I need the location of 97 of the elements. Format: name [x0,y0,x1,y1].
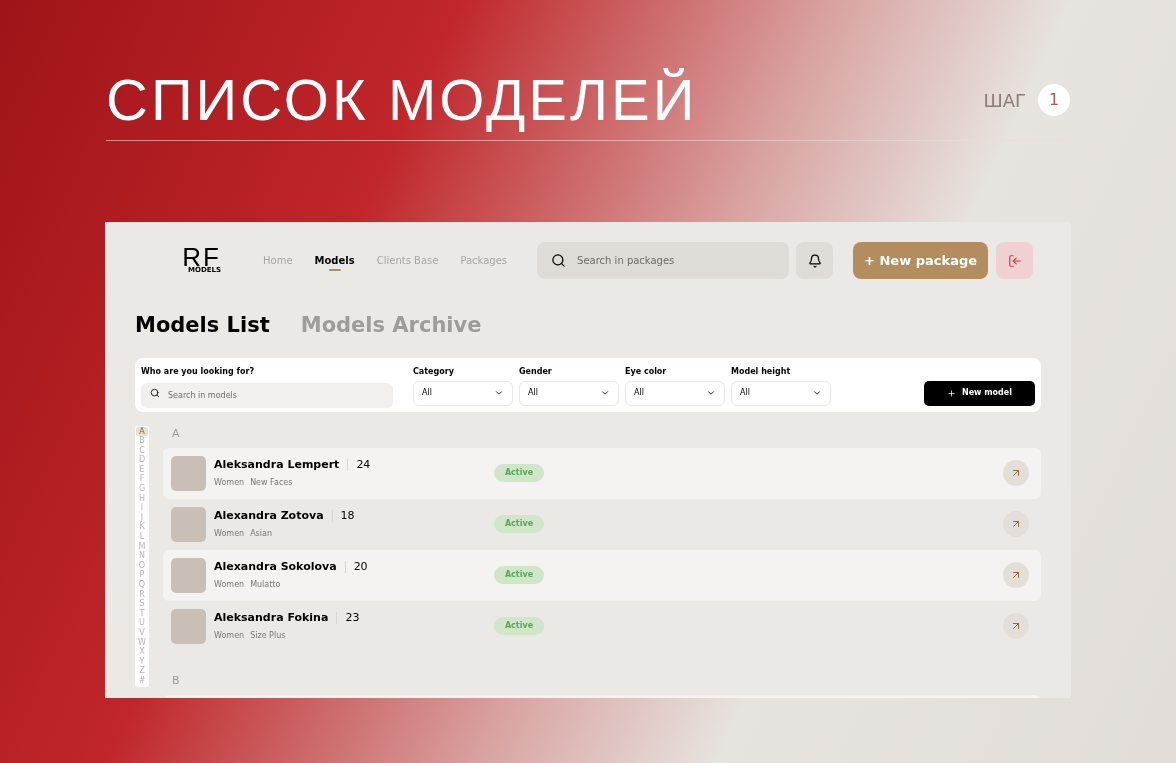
search-icon [551,253,567,268]
arrow-icon [1010,518,1022,530]
status-badge: Active [494,515,544,533]
model-age: 18 [340,507,355,524]
nav-link[interactable]: Home [263,253,293,268]
filter-select[interactable]: All [625,380,725,406]
alphabet-letter[interactable]: C [136,445,148,456]
alphabet-letter[interactable]: V [136,627,148,638]
model-category: Size Plus [250,630,286,643]
model-row[interactable]: Aleksandra Fokina 23 Women Size Plus Active [163,600,1041,652]
chevron-icon [812,388,822,398]
step-label: ШАГ [983,88,1026,113]
status-badge: Active [494,617,544,635]
alphabet-letter[interactable]: X [136,647,148,657]
alphabet-letter[interactable]: F [136,474,148,485]
model-name: Alexandra Sokolova [214,558,337,575]
photo-placeholder [171,455,206,491]
nav-link[interactable]: Clients Base [376,253,439,268]
group-letter: A [172,425,181,441]
alphabet-letter[interactable]: K [136,522,148,533]
notification-button[interactable] [796,242,834,279]
alphabet-letter[interactable]: E [136,464,148,475]
arrow-icon [1010,467,1022,479]
step-number-badge: 1 [1038,84,1070,116]
alphabet-letter[interactable]: Z [136,666,148,676]
alphabet-letter[interactable]: M [136,541,148,552]
new-package-button[interactable]: + New package [853,242,989,279]
filter-label: Category [413,365,455,378]
filter-label: Who are you looking for? [141,365,256,378]
model-category: New Faces [250,477,293,490]
alphabet-letter[interactable]: T [136,608,148,619]
status-badge: Active [494,566,544,584]
plus-icon [947,388,956,398]
alphabet-letter[interactable]: R [136,589,148,600]
model-row[interactable]: Aleksandra Lempert 24 Women New Faces Active [163,447,1041,499]
model-gender: Women [214,579,245,592]
model-category: Asian [250,528,272,541]
alphabet-letter[interactable]: B [136,436,148,446]
model-gender: Women [214,528,245,541]
model-age: 20 [353,558,368,575]
alphabet-letter[interactable]: N [136,551,148,561]
nav-link[interactable]: Packages [460,253,508,268]
model-age: 24 [356,456,371,473]
alphabet-letter[interactable]: O [136,560,148,571]
alphabet-letter[interactable]: J [136,512,148,523]
bell-icon [807,253,822,268]
alphabet-letter[interactable]: # [136,675,148,686]
model-name: Aleksandra Fokina [214,609,329,626]
model-age: 23 [345,609,360,626]
alphabet-letter[interactable]: S [136,599,148,609]
photo-placeholder [171,506,206,542]
arrow-icon [1010,569,1022,581]
alphabet-letter[interactable]: W [136,637,148,648]
new-model-button[interactable]: New model [924,380,1035,406]
model-gender: Women [214,630,245,643]
filter-label: Model height [731,365,792,378]
alphabet-letter[interactable]: H [136,493,148,504]
group-letter: B [172,672,181,688]
model-name: Alexandra Zotova [214,507,324,524]
alphabet-letter[interactable]: Q [136,580,148,590]
chevron-icon [600,388,610,398]
nav-link[interactable]: Models [314,253,355,268]
filter-select[interactable]: All [731,380,831,406]
status-badge: Active [494,464,544,482]
open-button[interactable] [1003,613,1029,639]
page-tab[interactable]: Models List [135,310,270,342]
filter-label: Gender [519,365,553,378]
model-name: Aleksandra Lempert [214,456,340,473]
filter-select[interactable]: All [519,380,619,406]
arrow-icon [1010,620,1022,632]
photo-placeholder [171,608,206,644]
open-button[interactable] [1003,460,1029,486]
photo-placeholder [171,557,206,593]
logout-icon [1007,253,1022,268]
model-category: Mulatto [250,579,281,592]
open-button[interactable] [1003,511,1029,537]
model-row[interactable]: Alexandra Sokolova 20 Women Mulatto Active [163,549,1041,601]
alphabet-letter[interactable]: G [136,484,148,494]
alphabet-letter[interactable]: A [136,426,148,437]
filter-label: Eye color [625,365,668,378]
alphabet-letter[interactable]: U [136,618,148,628]
logout-button[interactable] [996,242,1034,279]
search-field[interactable]: Search in packages [537,242,790,279]
chevron-icon [494,388,504,398]
page-tab[interactable]: Models Archive [300,310,482,342]
open-button[interactable] [1003,562,1029,588]
alphabet-letter[interactable]: P [136,570,148,580]
alphabet-letter[interactable]: L [136,532,148,542]
chevron-icon [706,388,716,398]
filter-select[interactable]: All [413,380,513,406]
alphabet-letter[interactable]: D [136,455,148,465]
model-search-field[interactable]: Search in models [141,382,393,408]
model-gender: Women [214,477,245,490]
model-row[interactable]: Alexandra Zotova 18 Women Asian Active [163,498,1041,550]
slide-title: СПИСОК МОДЕЛЕЙ [106,68,698,132]
alphabet-letter[interactable]: Y [136,656,148,667]
search-icon [150,387,160,398]
